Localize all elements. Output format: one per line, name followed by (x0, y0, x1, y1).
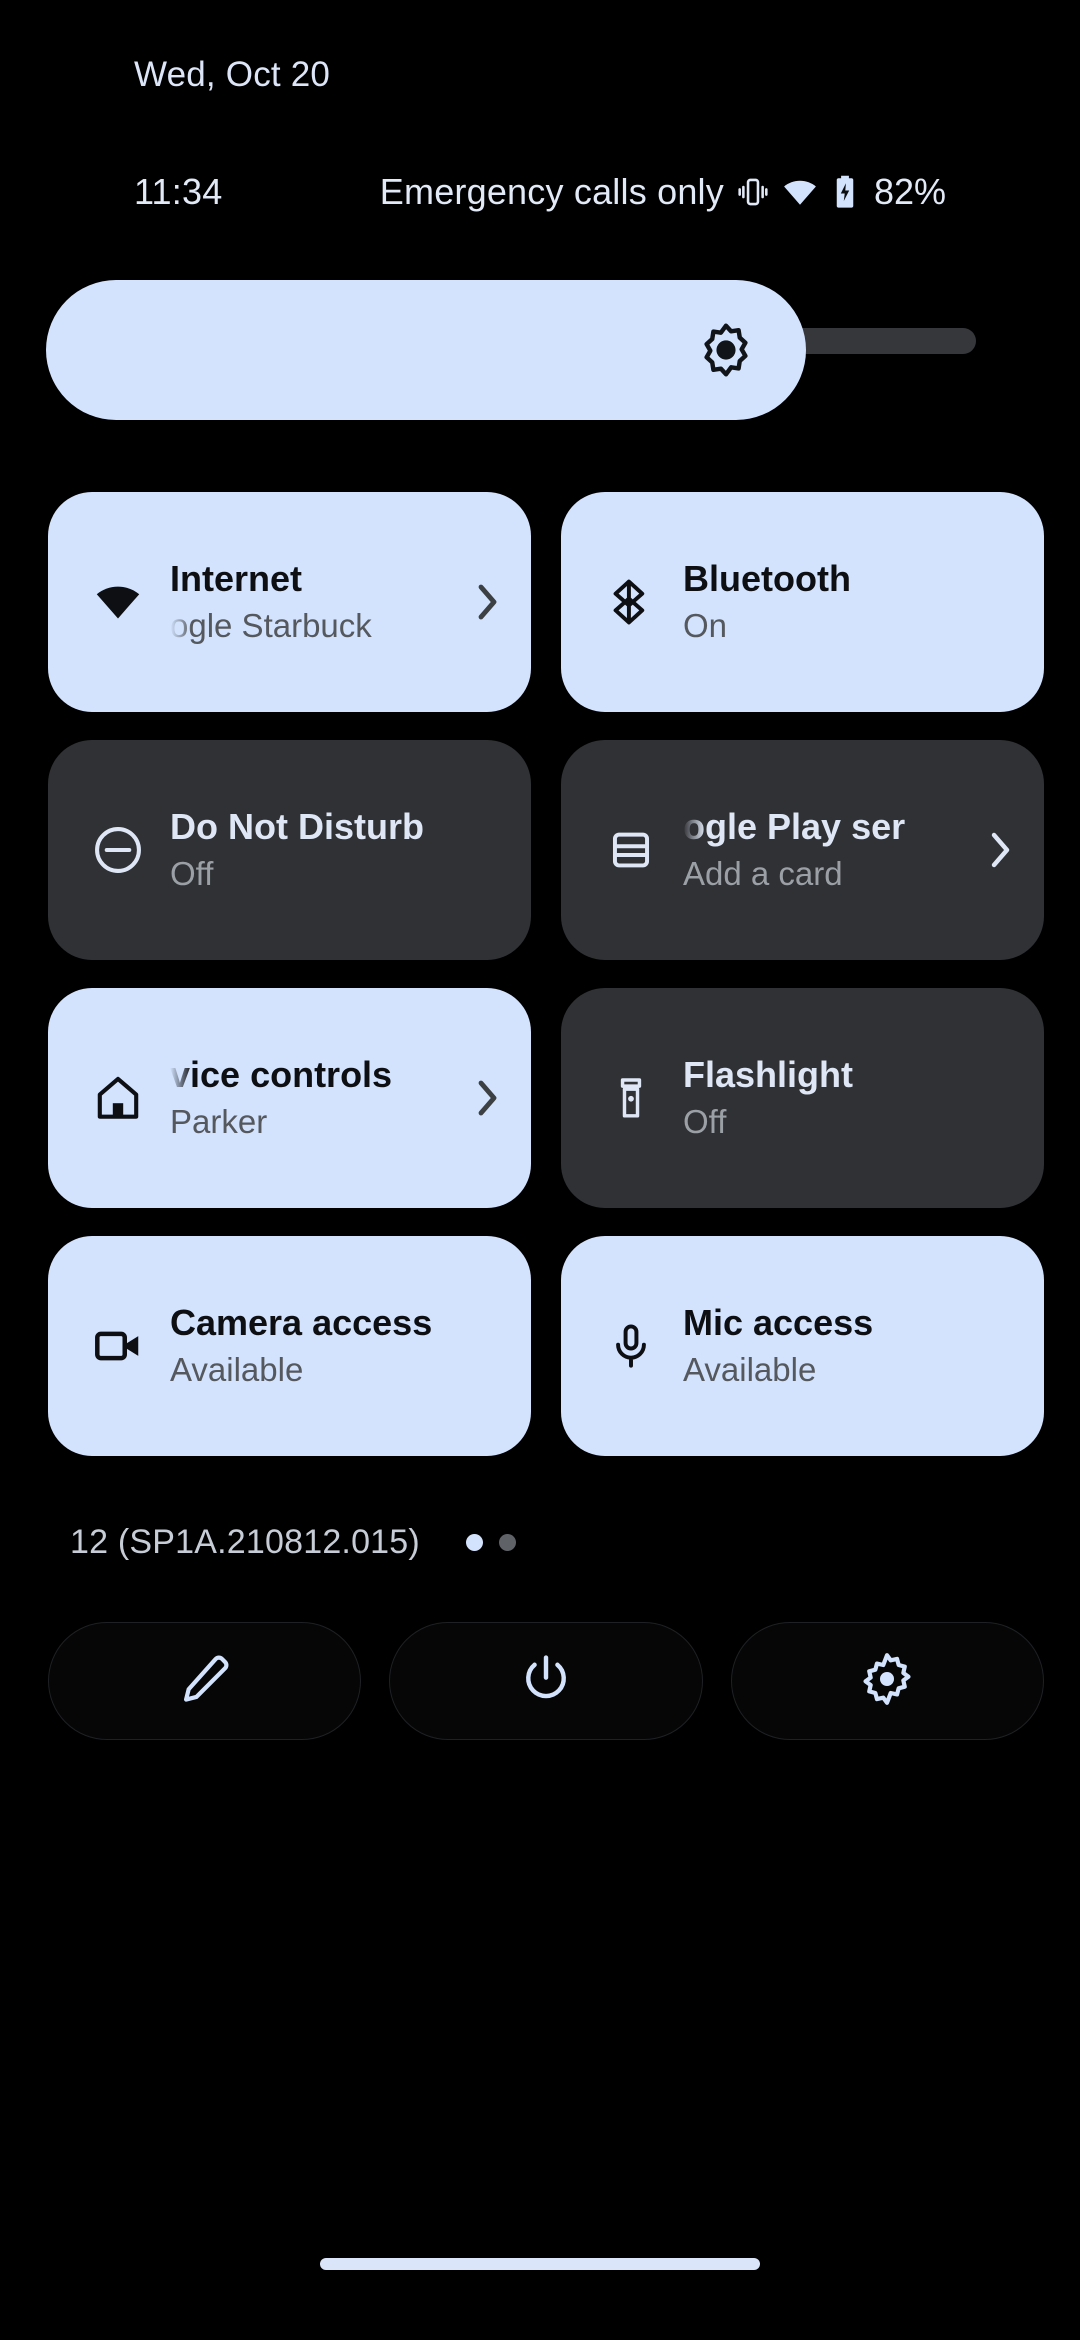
tile-bluetooth[interactable]: Bluetooth On (561, 492, 1044, 712)
page-indicator-dots[interactable] (465, 1533, 516, 1551)
footer-action-buttons (48, 1622, 1044, 1740)
status-icons-group: Emergency calls only 82% (380, 171, 946, 213)
tile-text-group: Mic access Available (683, 1301, 1018, 1391)
brightness-icon (698, 322, 754, 378)
power-icon (518, 1651, 574, 1712)
credit-card-icon (601, 820, 661, 880)
date-row: Wed, Oct 20 (0, 40, 1080, 110)
microphone-icon (601, 1316, 661, 1376)
tile-title: Camera access (170, 1302, 433, 1343)
tile-text-group: ogle Play ser Add a card (683, 805, 978, 895)
brightness-slider[interactable] (0, 280, 1080, 420)
tile-subtitle: Available (683, 1351, 817, 1388)
carrier-label: Emergency calls only (379, 171, 724, 212)
vibrate-icon (736, 175, 770, 209)
brightness-slider-fill[interactable] (46, 280, 806, 420)
pencil-icon (177, 1651, 233, 1712)
bluetooth-icon (601, 572, 661, 632)
tile-subtitle: Available (170, 1351, 304, 1388)
tile-title: Mic access (683, 1302, 874, 1343)
edit-button[interactable] (48, 1622, 362, 1740)
tile-title: Internet (170, 558, 303, 599)
battery-charging-icon (830, 174, 860, 210)
tile-title: ogle Play ser (683, 806, 906, 847)
home-icon (88, 1068, 148, 1128)
quick-settings-panel: Wed, Oct 20 11:34 Emergency calls only 8… (0, 0, 1080, 2340)
tile-flashlight[interactable]: Flashlight Off (561, 988, 1044, 1208)
tile-google-play-services[interactable]: ogle Play ser Add a card (561, 740, 1044, 960)
tile-title: Do Not Disturb (170, 806, 424, 847)
page-dot-1[interactable] (465, 1533, 483, 1551)
tile-subtitle: ogle Starbuck (170, 607, 372, 644)
footer-meta: 12 (SP1A.210812.015) (0, 1512, 1080, 1572)
gear-icon (859, 1651, 915, 1712)
tile-text-group: vice controls Parker (170, 1053, 465, 1143)
tile-title: Flashlight (683, 1054, 853, 1095)
tile-title: vice controls (170, 1054, 393, 1095)
power-button[interactable] (389, 1622, 703, 1740)
tile-title: Bluetooth (683, 558, 851, 599)
tile-text-group: Bluetooth On (683, 557, 1018, 647)
chevron-right-icon[interactable] (984, 825, 1018, 875)
tile-mic-access[interactable]: Mic access Available (561, 1236, 1044, 1456)
quick-settings-tiles: Internet ogle Starbuck Bluetooth On Do N… (48, 492, 1044, 1456)
wifi-icon (782, 174, 818, 210)
tile-subtitle: Off (170, 855, 214, 892)
tile-device-controls[interactable]: vice controls Parker (48, 988, 531, 1208)
tile-subtitle: Add a card (683, 855, 843, 892)
gesture-nav-pill[interactable] (320, 2258, 760, 2270)
chevron-right-icon[interactable] (471, 577, 505, 627)
tile-text-group: Do Not Disturb Off (170, 805, 505, 895)
settings-button[interactable] (730, 1622, 1044, 1740)
tile-subtitle: On (683, 607, 728, 644)
page-dot-2[interactable] (498, 1533, 516, 1551)
tile-text-group: Flashlight Off (683, 1053, 1018, 1143)
battery-percent-label: 82% (873, 171, 946, 212)
build-number-label: 12 (SP1A.210812.015) (70, 1522, 420, 1561)
wifi-icon (88, 572, 148, 632)
tile-subtitle: Off (683, 1103, 727, 1140)
date-label: Wed, Oct 20 (134, 55, 331, 94)
flashlight-icon (601, 1068, 661, 1128)
tile-camera-access[interactable]: Camera access Available (48, 1236, 531, 1456)
do-not-disturb-icon (88, 820, 148, 880)
tile-internet[interactable]: Internet ogle Starbuck (48, 492, 531, 712)
camera-icon (88, 1316, 148, 1376)
tile-subtitle: Parker (170, 1103, 268, 1140)
status-bar: 11:34 Emergency calls only 82% (0, 162, 1080, 222)
status-clock: 11:34 (134, 171, 223, 212)
tile-do-not-disturb[interactable]: Do Not Disturb Off (48, 740, 531, 960)
tile-text-group: Internet ogle Starbuck (170, 557, 465, 647)
tile-text-group: Camera access Available (170, 1301, 505, 1391)
chevron-right-icon[interactable] (471, 1073, 505, 1123)
